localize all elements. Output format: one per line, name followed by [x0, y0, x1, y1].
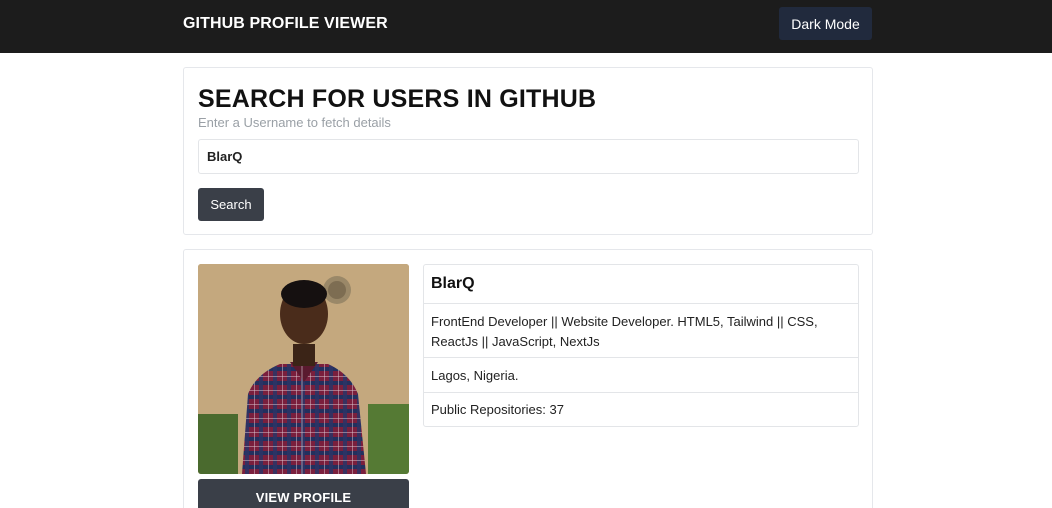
profile-public-repos: Public Repositories: 37: [424, 392, 858, 426]
navbar: GITHUB PROFILE VIEWER Dark Mode: [0, 0, 1052, 53]
profile-bio: FrontEnd Developer || Website Developer.…: [424, 303, 858, 357]
search-heading: SEARCH FOR USERS IN GITHUB: [198, 85, 597, 113]
avatar: [198, 264, 409, 474]
username-input[interactable]: [198, 139, 859, 174]
profile-username: BlarQ: [431, 275, 475, 292]
profile-details: BlarQ FrontEnd Developer || Website Deve…: [423, 264, 859, 427]
profile-location: Lagos, Nigeria.: [424, 357, 858, 392]
view-profile-button[interactable]: VIEW PROFILE: [198, 479, 409, 508]
search-subtitle: Enter a Username to fetch details: [198, 115, 391, 130]
avatar-photo: [198, 264, 409, 474]
search-button[interactable]: Search: [198, 188, 264, 221]
profile-card: VIEW PROFILE BlarQ FrontEnd Developer ||…: [183, 249, 873, 508]
dark-mode-button[interactable]: Dark Mode: [779, 7, 872, 40]
search-card: SEARCH FOR USERS IN GITHUB Enter a Usern…: [183, 67, 873, 235]
app-title: GITHUB PROFILE VIEWER: [183, 15, 388, 32]
